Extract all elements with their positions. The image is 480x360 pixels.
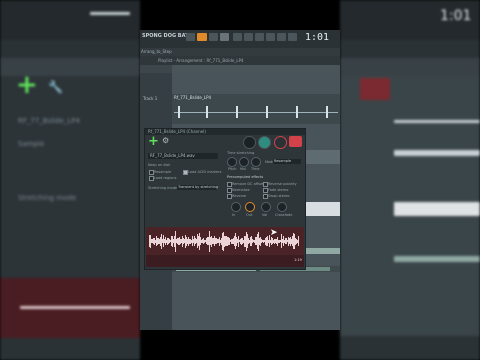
normalize-label: Normalize bbox=[232, 188, 250, 192]
background-time: 1:01 bbox=[440, 8, 472, 24]
background-wave-strip bbox=[90, 12, 130, 15]
stop-button[interactable] bbox=[209, 33, 218, 41]
crossfade-label: Crossfade bbox=[275, 213, 293, 217]
clip-waveform-line bbox=[174, 112, 338, 113]
add-plus-icon[interactable]: + bbox=[148, 134, 159, 149]
out-label: Out bbox=[246, 213, 253, 217]
background-wave-2 bbox=[394, 150, 480, 156]
pan-knob[interactable] bbox=[243, 136, 256, 149]
track-name[interactable]: Track 1 bbox=[143, 96, 157, 101]
background-header-bar-right bbox=[340, 58, 480, 76]
playlist-title-bar: Playlist - Arrangement : Rf_771_Bslide_L… bbox=[140, 56, 340, 65]
stretching-mode-label: Stretching mode bbox=[148, 186, 178, 190]
clip-name: Rf_771_Bslide_LP4 bbox=[174, 95, 212, 100]
background-wave-4 bbox=[394, 256, 480, 262]
in-knob[interactable] bbox=[231, 202, 241, 212]
sample-path-field[interactable]: RF_77_Bslide_LP4.wav bbox=[148, 153, 218, 159]
song-title: SPONG DOG BAT bbox=[142, 33, 189, 39]
playlist-clip[interactable] bbox=[306, 202, 340, 216]
sample-waveform[interactable] bbox=[146, 227, 304, 255]
background-red-button bbox=[360, 78, 390, 100]
background-stretching-label: Stretching mode bbox=[18, 194, 77, 202]
background-sample-title: Sample bbox=[18, 140, 45, 148]
mixer-button[interactable] bbox=[255, 33, 264, 41]
pitch-knob[interactable] bbox=[274, 136, 287, 149]
clip-transient bbox=[206, 106, 208, 118]
stretching-mode-value: Transient by stretching bbox=[178, 185, 219, 189]
background-toolbar bbox=[0, 0, 140, 40]
clip-transient bbox=[266, 106, 268, 118]
background-wave-1 bbox=[394, 120, 480, 123]
mode-value: Resample bbox=[274, 159, 292, 163]
stretching-mode-select[interactable]: Transient by stretching bbox=[177, 185, 219, 190]
background-right-panel: 1:01 bbox=[340, 0, 480, 360]
clip-transient bbox=[296, 106, 298, 118]
load-acid-label: Load ACID markers bbox=[188, 170, 222, 174]
background-wave-strip-red bbox=[20, 306, 130, 309]
vol-label: Vol bbox=[262, 213, 268, 217]
background-channel-panel bbox=[0, 76, 140, 276]
time-label: Time bbox=[251, 167, 260, 171]
pitch-label: Pitch bbox=[228, 167, 237, 171]
playlist-title: Playlist - Arrangement : Rf_771_Bslide_L… bbox=[158, 58, 244, 63]
wrench-icon[interactable]: ⚙ bbox=[162, 136, 169, 145]
timeline-ruler[interactable] bbox=[172, 65, 340, 73]
snap-button[interactable] bbox=[233, 33, 242, 41]
sample-name: RF_77_Bslide_LP4.wav bbox=[150, 153, 195, 158]
mouse-cursor-icon: ➤ bbox=[270, 228, 278, 238]
channel-settings-window: Rf_771_Bslide_LP4 (Channel) + ⚙ RF_77_Bs… bbox=[144, 128, 306, 270]
record-button[interactable] bbox=[197, 33, 207, 41]
playlist-clip[interactable] bbox=[306, 150, 340, 164]
remove-dc-label: Remove DC offset bbox=[232, 182, 264, 186]
pattern-button[interactable] bbox=[244, 33, 253, 41]
time-display: 1:01 bbox=[305, 32, 330, 43]
background-plus-icon: + bbox=[16, 70, 38, 100]
secondary-toolbar: Arrang_to_Step bbox=[140, 48, 340, 56]
clip-transient bbox=[178, 106, 180, 118]
mode-select[interactable]: Resample bbox=[273, 159, 301, 164]
background-wave-3 bbox=[394, 202, 480, 216]
reverse-polarity-label: Reverse polarity bbox=[268, 182, 297, 186]
playlist-clip[interactable] bbox=[306, 248, 340, 254]
sample-waveform-footer: 1:19 bbox=[146, 255, 304, 267]
out-knob[interactable] bbox=[245, 202, 255, 212]
vol-knob[interactable] bbox=[261, 202, 271, 212]
waveform-length: 1:19 bbox=[294, 258, 302, 262]
load-regions-label: Load regions bbox=[154, 176, 177, 180]
in-label: In bbox=[232, 213, 236, 217]
secondary-toolbar-label: Arrang_to_Step bbox=[141, 49, 172, 54]
background-left-panel: + 🔧 RF_77_Bslide_LP4 Sample Stretching m… bbox=[0, 0, 140, 360]
fade-stereo-label: Fade stereo bbox=[268, 188, 289, 192]
channel-title-bar[interactable]: Rf_771_Bslide_LP4 (Channel) bbox=[145, 129, 305, 135]
time-knob[interactable] bbox=[251, 157, 261, 167]
main-toolbar: SPONG DOG BAT 1:01 bbox=[140, 30, 340, 48]
piano-roll-button[interactable] bbox=[266, 33, 275, 41]
time-stretching-label: Time stretching bbox=[227, 151, 255, 155]
pitch-knob-small[interactable] bbox=[227, 157, 237, 167]
keep-on-disk-label: Keep on disk bbox=[148, 163, 171, 167]
browser-button[interactable] bbox=[277, 33, 286, 41]
crossfade-knob[interactable] bbox=[277, 202, 287, 212]
resample-label: Resample bbox=[154, 170, 172, 174]
channel-rack-button[interactable] bbox=[288, 33, 297, 41]
clip-transient bbox=[236, 106, 238, 118]
reverse-label: Reverse bbox=[232, 194, 247, 198]
swap-stereo-label: Swap stereo bbox=[268, 194, 290, 198]
fl-studio-window: SPONG DOG BAT 1:01 Arrang_to_Step Playli… bbox=[140, 30, 340, 330]
clip-transient bbox=[326, 106, 328, 118]
audio-clip[interactable]: Rf_771_Bslide_LP4 bbox=[172, 94, 340, 124]
tempo-field[interactable] bbox=[220, 33, 229, 41]
background-wrench-icon: 🔧 bbox=[48, 80, 63, 94]
mul-label: Mul bbox=[240, 167, 247, 171]
precomputed-effects-label: Precomputed effects bbox=[227, 175, 264, 179]
waveform-bar bbox=[298, 236, 299, 246]
play-button[interactable] bbox=[186, 33, 195, 41]
mul-knob[interactable] bbox=[239, 157, 249, 167]
close-button[interactable] bbox=[289, 136, 302, 147]
background-sample-label: RF_77_Bslide_LP4 bbox=[18, 117, 80, 125]
volume-knob[interactable] bbox=[258, 136, 271, 149]
